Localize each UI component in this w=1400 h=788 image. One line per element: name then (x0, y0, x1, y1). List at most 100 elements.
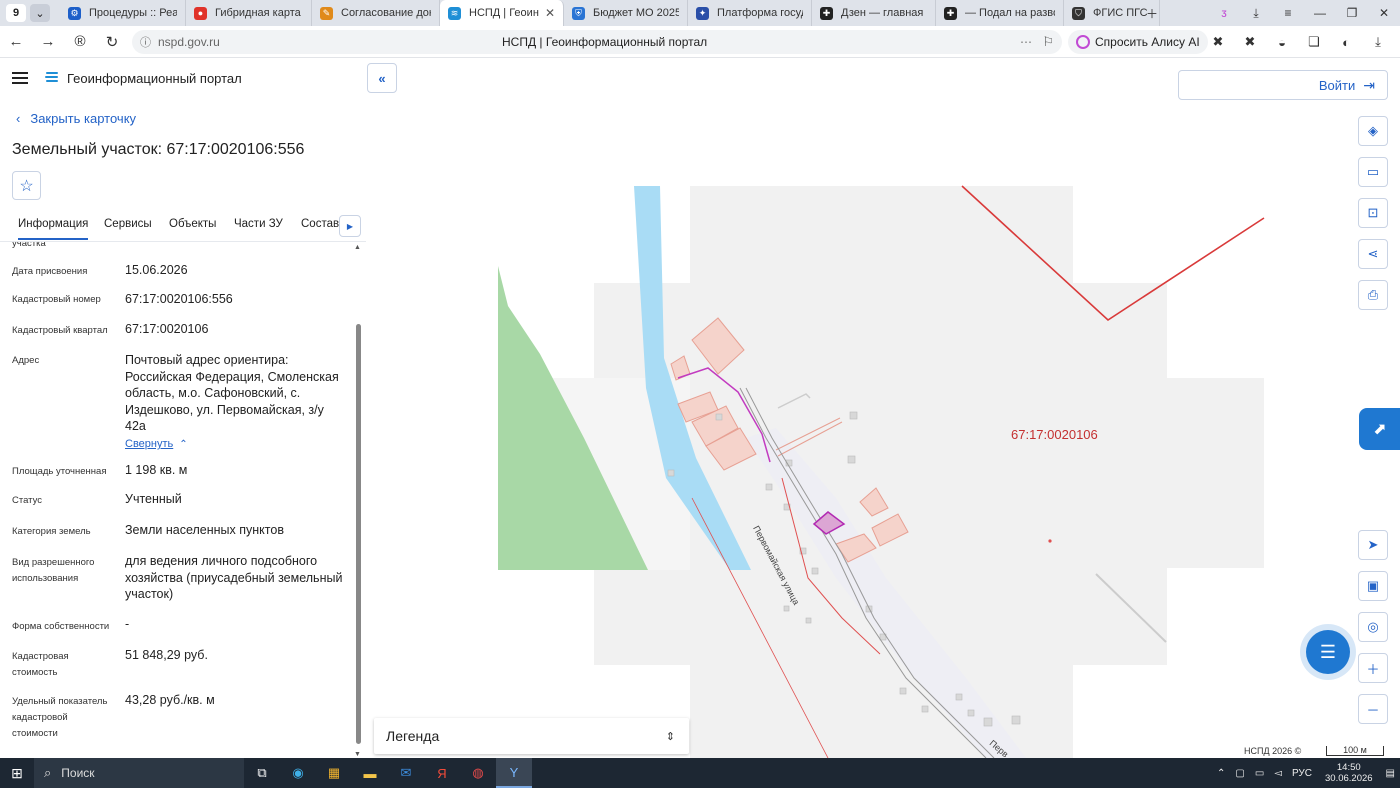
volume-icon[interactable]: ◅ (1274, 768, 1282, 779)
tab-favicon-icon: ✚ (820, 6, 833, 20)
explorer-icon[interactable]: ▬ (352, 758, 388, 788)
task-view-icon[interactable]: ⧉ (244, 758, 280, 788)
extension-1-icon[interactable]: ✖ (1202, 34, 1234, 50)
more-icon[interactable]: ⋯ (1020, 35, 1032, 49)
browser-tab[interactable]: ⚙ Процедуры :: Реализ (60, 0, 186, 26)
tab-info[interactable]: Информация (18, 218, 89, 240)
browser-tab[interactable]: ⛨ Бюджет МО 2025² 2€ (564, 0, 688, 26)
prop-label: Адрес (12, 355, 40, 366)
extension-icon[interactable]: ᴣ (1208, 6, 1240, 20)
restore-icon[interactable]: ❐ (1336, 6, 1368, 20)
browser-tab[interactable]: ● Гибридная карта Сас (186, 0, 312, 26)
profile-icon[interactable]: ◐ (1330, 35, 1362, 50)
tray-expand-icon[interactable]: ⌃ (1217, 768, 1225, 779)
zoom-in-button[interactable]: ＋ (1358, 653, 1388, 683)
alice-button[interactable]: Спросить Алису AI (1068, 30, 1208, 54)
share-button[interactable]: ⋖ (1358, 239, 1388, 269)
notifications-icon[interactable]: ▤ (1386, 768, 1395, 779)
browser-tab[interactable]: ✚ Дзен — главная нов (812, 0, 936, 26)
scroll-up-icon[interactable]: ▲ (354, 244, 361, 251)
tab-composition[interactable]: Состав (301, 218, 339, 230)
tab-objects[interactable]: Объекты (169, 218, 216, 230)
collapse-panel-button[interactable]: « (367, 63, 397, 93)
reload-icon[interactable]: ↻ (96, 33, 128, 51)
outlook-icon[interactable]: ✉ (388, 758, 424, 788)
share-icon: ⋖ (1367, 246, 1379, 261)
tab-favicon-icon: ⛉ (1072, 6, 1085, 20)
site-info-icon[interactable]: ⓘ (140, 34, 151, 50)
zoom-out-icon: － (1366, 702, 1380, 718)
downloads-icon[interactable]: ⤓ (1362, 34, 1394, 50)
tab-favicon-icon: ✦ (696, 6, 709, 20)
browser-tab[interactable]: ✎ Согласование докум (312, 0, 440, 26)
minimize-icon[interactable]: — (1304, 6, 1336, 20)
minimap-button[interactable]: ▣ (1358, 571, 1388, 601)
browser-tab[interactable]: ✚ — Подал на развод, г (936, 0, 1064, 26)
collapse-address-link[interactable]: Свернуть ⌃ (125, 438, 188, 450)
bookmark-icon[interactable]: ⚐ (1042, 34, 1054, 50)
prop-label: Удельный показатель кадастровой стоимост… (12, 696, 108, 739)
layers-icon: ◈ (1368, 123, 1378, 138)
ruler-button[interactable]: ▭ (1358, 157, 1388, 187)
page-title: НСПД | Геоинформационный портал (502, 35, 708, 49)
yandex-browser-icon[interactable]: Y (496, 758, 532, 788)
url-field[interactable]: ⓘ nspd.gov.ru НСПД | Геоинформационный п… (132, 30, 1062, 54)
address-bar: ← → ® ↻ ⓘ nspd.gov.ru НСПД | Геоинформац… (0, 26, 1400, 58)
locate-button[interactable]: ➤ (1358, 530, 1388, 560)
tabs-next-button[interactable]: ▶ (339, 215, 361, 237)
download-icon[interactable]: ⤓ (1240, 6, 1272, 21)
store-icon[interactable]: ▦ (316, 758, 352, 788)
extension-3-icon[interactable]: ◒ (1266, 35, 1298, 50)
login-button[interactable]: Войти ⇥ (1178, 70, 1388, 100)
reader-icon[interactable]: ® (64, 33, 96, 50)
zoom-in-icon: ＋ (1366, 661, 1380, 677)
back-icon[interactable]: ← (0, 33, 32, 50)
tab-label: Согласование докум (341, 7, 431, 19)
windows-start-icon[interactable]: ⊞ (0, 758, 34, 788)
favorite-button[interactable]: ☆ (12, 171, 41, 200)
yandex-icon[interactable]: Я (424, 758, 460, 788)
clock-time: 14:50 (1336, 762, 1361, 773)
gosuslugi-icon: ⬈ (1373, 421, 1387, 438)
chat-button[interactable]: ☰ (1306, 630, 1350, 674)
lang-indicator[interactable]: РУС (1292, 768, 1312, 779)
new-tab-icon[interactable]: ＋ (1136, 5, 1168, 22)
tab-count-badge[interactable]: 9 (6, 4, 26, 22)
taskbar-search[interactable]: ⌕ Поиск (34, 758, 244, 788)
forward-icon[interactable]: → (32, 33, 64, 50)
tab-favicon-icon: ⚙ (68, 6, 81, 20)
zoom-out-button[interactable]: － (1358, 694, 1388, 724)
print-button[interactable]: ⎙ (1358, 280, 1388, 310)
geo-button[interactable]: ◎ (1358, 612, 1388, 642)
network-icon[interactable]: ▭ (1255, 768, 1264, 779)
close-window-icon[interactable]: ✕ (1368, 6, 1400, 20)
clock[interactable]: 14:50 30.06.2026 (1325, 762, 1373, 784)
tray-app-icon[interactable]: ▢ (1235, 768, 1244, 779)
scroll-thumb[interactable] (356, 324, 361, 744)
prop-label: Площадь уточненная (12, 466, 107, 477)
prop-label: Кадастровый квартал (12, 325, 108, 336)
menu-icon[interactable]: ≡ (1272, 6, 1304, 20)
close-card-link[interactable]: ‹ Закрыть карточку (16, 111, 136, 126)
zoom-area-icon: ⊡ (1367, 205, 1379, 220)
layers-button[interactable]: ◈ (1358, 116, 1388, 146)
tab-list-dropdown-icon[interactable]: ⌄ (30, 4, 50, 22)
tab-services[interactable]: Сервисы (104, 218, 152, 230)
chat-icon: ☰ (1319, 641, 1337, 662)
close-tab-icon[interactable]: ✕ (545, 6, 555, 20)
scroll-down-icon[interactable]: ▼ (354, 751, 361, 758)
collections-icon[interactable]: ❏ (1298, 34, 1330, 50)
edge-icon[interactable]: ◉ (280, 758, 316, 788)
extension-2-icon[interactable]: ✖ (1234, 34, 1266, 50)
zoom-area-button[interactable]: ⊡ (1358, 198, 1388, 228)
panel-scrollbar[interactable]: ▲ ▼ (354, 244, 362, 758)
browser-tab[interactable]: ✦ Платформа государ (688, 0, 812, 26)
map-canvas[interactable]: 67:17:0020106 Первомайская улица Перв « … (366, 58, 1400, 758)
chrome-icon[interactable]: ◍ (460, 758, 496, 788)
browser-tab[interactable]: ≋ НСПД | Геоинформ ✕ (440, 0, 564, 26)
card-title: Земельный участок: 67:17:0020106:556 (12, 141, 305, 158)
menu-icon[interactable] (12, 72, 28, 84)
gosuslugi-widget-button[interactable]: ⬈ (1359, 408, 1400, 450)
legend-toggle[interactable]: Легенда ⇕ (374, 718, 689, 754)
tab-parts[interactable]: Части ЗУ (234, 218, 283, 230)
